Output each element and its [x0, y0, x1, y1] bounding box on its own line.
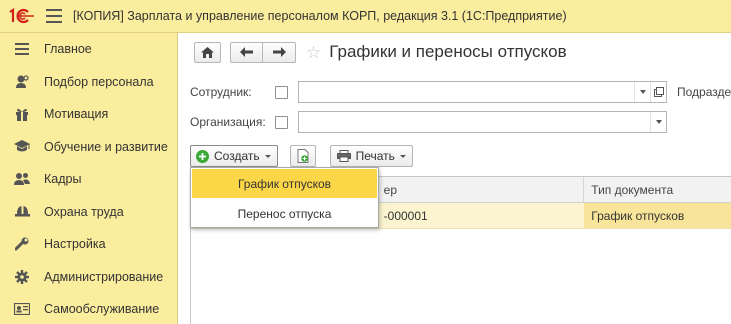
organization-label: Организация:: [190, 115, 266, 129]
sidebar-item-label: Мотивация: [44, 107, 109, 122]
create-button-label: Создать: [214, 149, 260, 163]
wrench-icon: [14, 236, 30, 252]
sidebar-item-label: Самообслуживание: [44, 302, 160, 317]
sidebar-item-label: Обучение и развитие: [44, 139, 168, 154]
gear-icon: [14, 269, 30, 285]
1c-logo: [8, 6, 38, 26]
column-header-doc-type[interactable]: Тип документа: [584, 177, 731, 202]
cell-number: -000001: [383, 208, 428, 223]
sidebar-item-labor-safety[interactable]: Охрана труда: [0, 196, 177, 229]
sidebar-item-label: Подбор персонала: [44, 74, 154, 89]
sidebar-item-recruitment[interactable]: Подбор персонала: [0, 66, 177, 99]
app-title: [КОПИЯ] Зарплата и управление персоналом…: [73, 9, 567, 23]
graduation-cap-icon: [14, 139, 30, 155]
employee-dropdown-button[interactable]: [634, 82, 650, 102]
sidebar-item-main[interactable]: Главное: [0, 33, 177, 66]
forward-button[interactable]: [263, 41, 296, 63]
create-from-template-button[interactable]: [289, 145, 316, 167]
employee-open-button[interactable]: [650, 82, 666, 102]
sidebar-item-label: Охрана труда: [44, 204, 124, 219]
helmet-icon: [14, 204, 30, 220]
home-icon: [201, 46, 214, 58]
open-window-icon: [653, 87, 664, 97]
home-button[interactable]: [194, 41, 221, 63]
navigation-row: ☆ Графики и переносы отпусков: [194, 41, 567, 63]
chevron-down-icon: [399, 154, 406, 158]
add-circle-icon: [196, 149, 209, 163]
arrow-left-icon: [240, 47, 253, 57]
sidebar-item-settings[interactable]: Настройка: [0, 228, 177, 261]
sidebar-item-label: Кадры: [44, 172, 82, 187]
gift-icon: [14, 106, 30, 122]
employee-filter-checkbox[interactable]: [275, 85, 288, 99]
sidebar-item-administration[interactable]: Администрирование: [0, 261, 177, 294]
create-button[interactable]: Создать: [190, 145, 278, 167]
favorite-star-icon[interactable]: ☆: [306, 44, 321, 61]
print-button-label: Печать: [355, 149, 395, 163]
chevron-down-icon: [639, 90, 646, 94]
column-header-number[interactable]: ер: [377, 177, 585, 202]
chevron-down-icon: [264, 154, 271, 158]
sidebar-item-motivation[interactable]: Мотивация: [0, 98, 177, 131]
menu-item-vacation-schedule[interactable]: График отпусков: [192, 169, 377, 198]
sidebar-item-training[interactable]: Обучение и развитие: [0, 131, 177, 164]
organization-filter-checkbox[interactable]: [275, 115, 288, 129]
main-menu-icon[interactable]: [46, 9, 62, 23]
sidebar-item-self-service[interactable]: Самообслуживание: [0, 293, 177, 324]
sections-sidebar: Главное Подбор персонала Мотивация Обуче…: [0, 33, 178, 324]
menu-item-vacation-transfer[interactable]: Перенос отпуска: [192, 199, 377, 228]
back-button[interactable]: [230, 41, 263, 63]
arrow-right-icon: [272, 47, 286, 57]
page-title: Графики и переносы отпусков: [329, 42, 567, 61]
chevron-down-icon: [655, 120, 662, 124]
department-label: Подразде: [677, 85, 731, 99]
main-panel: ☆ Графики и переносы отпусков Сотрудник:…: [179, 33, 731, 324]
title-bar: [КОПИЯ] Зарплата и управление персоналом…: [0, 0, 731, 33]
employee-filter-row: Сотрудник: Подразде: [190, 81, 731, 103]
print-button[interactable]: Печать: [329, 145, 413, 167]
employee-label: Сотрудник:: [190, 85, 252, 99]
sidebar-item-label: Главное: [44, 42, 92, 57]
people-icon: [14, 171, 30, 187]
sidebar-item-label: Администрирование: [44, 269, 164, 284]
person-search-icon: [14, 74, 30, 90]
printer-icon: [336, 150, 351, 162]
sidebar-item-hr[interactable]: Кадры: [0, 163, 177, 196]
command-bar: Создать Печать: [190, 145, 413, 167]
employee-field[interactable]: [298, 81, 667, 103]
cell-doc-type: График отпусков: [584, 203, 731, 228]
organization-filter-row: Организация:: [190, 111, 667, 133]
id-card-icon: [14, 301, 30, 317]
organization-dropdown-button[interactable]: [650, 112, 666, 132]
history-navigation: [230, 41, 296, 63]
sidebar-item-label: Настройка: [44, 237, 106, 252]
organization-field[interactable]: [298, 111, 667, 133]
menu-lines-icon: [14, 41, 30, 57]
create-dropdown-menu: График отпусков Перенос отпуска: [190, 167, 379, 228]
document-add-icon: [297, 149, 309, 163]
